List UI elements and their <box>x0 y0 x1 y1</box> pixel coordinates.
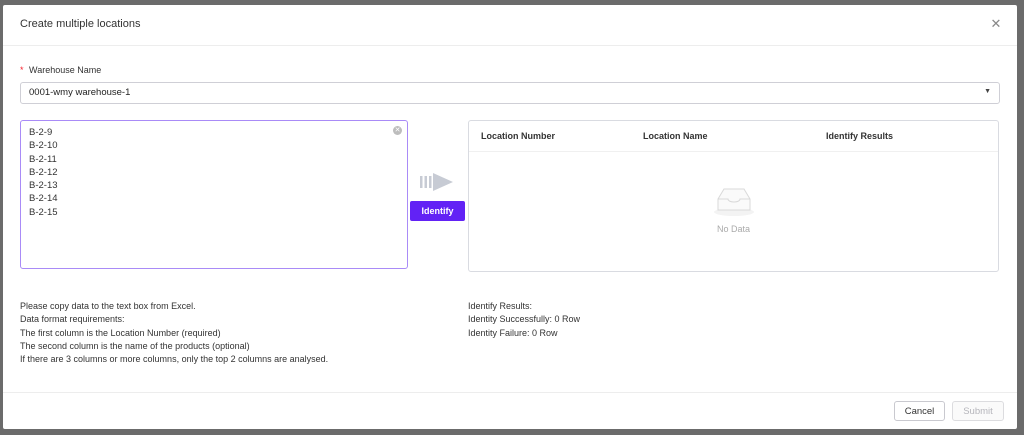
cancel-button[interactable]: Cancel <box>894 401 945 421</box>
results-table: Location Number Location Name Identify R… <box>468 120 999 272</box>
input-line: B-2-13 <box>29 180 58 192</box>
instruction-line: Data format requirements: <box>20 314 125 325</box>
warehouse-name-label: * Warehouse Name <box>20 65 101 75</box>
required-mark: * <box>20 65 24 75</box>
instruction-line: The first column is the Location Number … <box>20 327 221 338</box>
footer-divider <box>3 392 1017 393</box>
close-icon[interactable]: ✕ <box>989 17 1003 31</box>
identify-results-summary: Identify Results: Identity Successfully:… <box>468 300 580 340</box>
identify-button[interactable]: Identify <box>410 201 465 221</box>
results-success-count: Identity Successfully: 0 Row <box>468 314 581 325</box>
textarea-content: B-2-9 B-2-10 B-2-11 B-2-12 B-2-13 B-2-14… <box>29 126 58 219</box>
submit-button[interactable]: Submit <box>952 401 1004 421</box>
column-header-location-name: Location Name <box>643 131 708 141</box>
empty-state-text: No Data <box>716 224 751 234</box>
dialog-header: Create multiple locations ✕ <box>3 5 1017 46</box>
warehouse-select[interactable]: 0001-wmy warehouse-1 ▼ <box>20 82 1000 104</box>
instruction-line: Please copy data to the text box from Ex… <box>20 301 196 311</box>
warehouse-label-text: Warehouse Name <box>29 65 102 75</box>
caret-down-icon[interactable]: ▼ <box>984 88 991 95</box>
results-summary-title: Identify Results: <box>468 301 533 311</box>
column-header-location-number: Location Number <box>481 131 556 141</box>
create-locations-dialog: Create multiple locations ✕ * Warehouse … <box>3 5 1017 429</box>
format-instructions: Please copy data to the text box from Ex… <box>20 300 328 366</box>
input-line: B-2-11 <box>29 153 57 165</box>
results-failure-count: Identity Failure: 0 Row <box>468 327 558 338</box>
instruction-line: If there are 3 columns or more columns, … <box>20 354 329 365</box>
input-line: B-2-10 <box>29 140 58 152</box>
instruction-line: The second column is the name of the pro… <box>20 340 250 351</box>
empty-inbox-icon <box>714 188 754 216</box>
warehouse-select-value: 0001-wmy warehouse-1 <box>29 87 131 98</box>
column-header-identify-results: Identify Results <box>826 131 894 141</box>
table-header-divider <box>469 151 998 152</box>
input-line: B-2-9 <box>29 127 53 138</box>
location-input-textarea[interactable]: B-2-9 B-2-10 B-2-11 B-2-12 B-2-13 B-2-14… <box>20 120 408 269</box>
input-line: B-2-15 <box>29 206 58 218</box>
arrow-right-icon <box>420 173 453 191</box>
input-line: B-2-14 <box>29 193 58 205</box>
clear-icon[interactable]: ✕ <box>393 126 402 135</box>
dialog-title: Create multiple locations <box>20 18 141 30</box>
input-line: B-2-12 <box>29 166 58 178</box>
